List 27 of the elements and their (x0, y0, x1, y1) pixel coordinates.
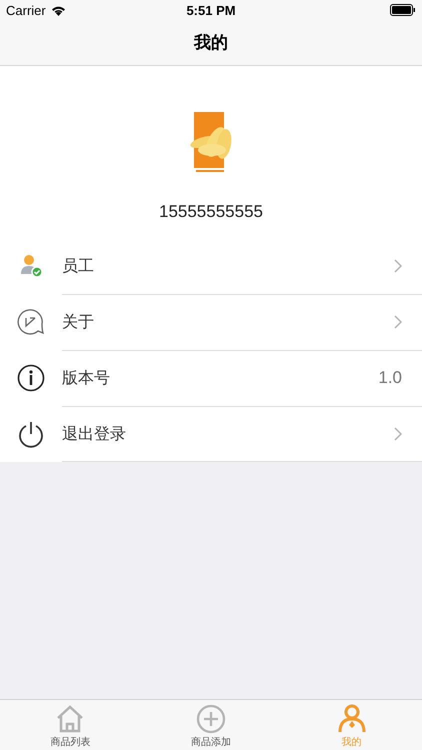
check-bubble-icon (18, 309, 44, 335)
menu-row[interactable]: 关于 (0, 294, 422, 350)
add-icon (196, 704, 226, 734)
menu-label: 员工 (62, 256, 95, 276)
page-title: 我的 (194, 32, 228, 54)
phone-number: 15555555555 (158, 202, 263, 222)
wifi-icon (50, 4, 66, 16)
person-icon (336, 704, 367, 734)
menu-label: 退出登录 (62, 424, 127, 444)
info-icon (18, 364, 44, 392)
chevron-icon (394, 427, 402, 441)
tab-button[interactable]: 商品添加 (140, 700, 282, 750)
battery-icon (390, 4, 416, 16)
menu-row[interactable]: 版本号 1.0 (0, 350, 422, 406)
status-time: 5:51 PM (186, 2, 236, 18)
menu-label: 版本号 (62, 368, 111, 388)
menu-label: 关于 (62, 312, 95, 332)
chevron-icon (394, 315, 402, 329)
menu-row[interactable]: 员工 (0, 238, 422, 294)
home-icon (55, 704, 86, 734)
power-icon (19, 422, 43, 448)
staff-icon (21, 255, 43, 278)
carrier-label: Carrier (6, 2, 46, 18)
version-value: 1.0 (378, 368, 402, 388)
menu-row[interactable]: 退出登录 (0, 406, 422, 462)
tab-button[interactable]: 商品列表 (0, 700, 141, 750)
chevron-icon (394, 259, 402, 273)
